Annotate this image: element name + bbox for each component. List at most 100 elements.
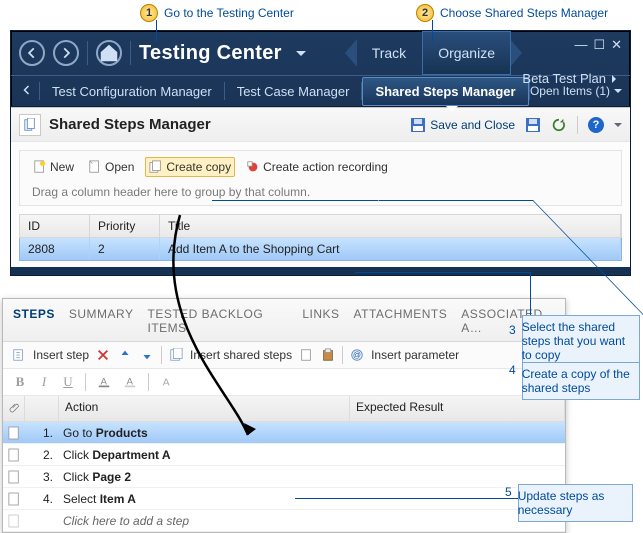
close-button[interactable]: ✕ — [611, 37, 622, 53]
create-copy-button[interactable]: Create copy — [145, 157, 235, 177]
fmt-sep1 — [85, 373, 86, 391]
insert-step-label[interactable]: Insert step — [33, 348, 89, 362]
open-items-dropdown[interactable]: Open Items (1) — [530, 84, 626, 98]
tab-track[interactable]: Track — [356, 31, 422, 75]
step-icon — [3, 514, 25, 528]
maximize-button[interactable]: ☐ — [593, 37, 605, 53]
leader-1 — [156, 20, 157, 42]
delete-step-button[interactable] — [95, 347, 111, 363]
subnav-test-config[interactable]: Test Configuration Manager — [40, 78, 224, 105]
new-icon — [33, 160, 47, 174]
svg-text:A: A — [163, 377, 170, 389]
callout-4: 4 Create a copy of the shared steps — [522, 362, 640, 400]
open-button[interactable]: Open — [85, 158, 137, 176]
step-row-1[interactable]: 1. Go to Products — [3, 422, 565, 444]
steps-toolbar: Insert step Insert shared steps @ Insert… — [3, 342, 565, 369]
clear-format-button[interactable]: A — [159, 374, 175, 390]
app-title[interactable]: Testing Center — [139, 42, 282, 65]
step-icon — [3, 492, 25, 506]
nav-back-button[interactable] — [19, 40, 45, 66]
step-action-2: Click Department A — [59, 448, 350, 462]
stoolbar-sep1 — [161, 346, 162, 364]
title-dropdown-icon[interactable] — [296, 51, 306, 61]
test-plan-label: Beta Test Plan — [522, 71, 606, 86]
step-row-4[interactable]: 4. Select Item A — [3, 488, 565, 510]
callout-2: 2 Choose Shared Steps Manager — [416, 4, 608, 22]
col-blank — [25, 396, 59, 421]
leader-2 — [432, 20, 433, 42]
save-and-close-button[interactable]: Save and Close — [410, 117, 515, 133]
save-button[interactable] — [525, 117, 541, 133]
stoolbar-sep2 — [342, 346, 343, 364]
underline-button[interactable]: U — [61, 374, 75, 390]
callout-2-text: Choose Shared Steps Manager — [440, 6, 608, 20]
create-action-recording-button[interactable]: Create action recording — [243, 158, 391, 176]
svg-text:@: @ — [353, 351, 361, 360]
group-hint: Drag a column header here to group by th… — [30, 181, 611, 199]
col-attach-icon — [3, 396, 25, 421]
help-button[interactable]: ? — [588, 117, 604, 133]
save-and-close-label: Save and Close — [430, 118, 515, 132]
shared-clipboard-button[interactable] — [320, 347, 336, 363]
chevron-right-icon — [612, 75, 620, 83]
steps-grid-header: Action Expected Result — [3, 396, 565, 422]
insert-param-icon[interactable]: @ — [349, 347, 365, 363]
step-num-2: 2. — [25, 448, 59, 462]
open-items-label: Open Items (1) — [530, 84, 610, 98]
step-row-2[interactable]: 2. Click Department A — [3, 444, 565, 466]
callout-1: 1 Go to the Testing Center — [140, 4, 294, 22]
new-label: New — [50, 160, 74, 174]
step-num-1: 1. — [25, 426, 59, 440]
copy-icon — [149, 160, 163, 174]
refresh-button[interactable] — [551, 117, 567, 133]
shared-steps-icon — [19, 114, 41, 136]
move-down-button[interactable] — [139, 347, 155, 363]
home-button[interactable] — [96, 40, 122, 66]
italic-button[interactable]: I — [37, 374, 51, 390]
move-up-button[interactable] — [117, 347, 133, 363]
callout-1-text: Go to the Testing Center — [164, 6, 294, 20]
step-icon — [3, 470, 25, 484]
step-row-3[interactable]: 3. Click Page 2 — [3, 466, 565, 488]
tab-tested[interactable]: TESTED BACKLOG ITEMS — [147, 307, 288, 335]
toolbar: New Open Create copy Create action recor… — [19, 150, 622, 206]
window-controls: — ☐ ✕ — [574, 37, 622, 53]
insert-step-icon[interactable] — [11, 347, 27, 363]
new-button[interactable]: New — [30, 158, 77, 176]
font-color-button[interactable]: A — [96, 374, 112, 390]
tab-steps[interactable]: STEPS — [13, 307, 55, 335]
help-chevron-down-icon[interactable] — [614, 123, 622, 131]
bold-button[interactable]: B — [13, 374, 27, 390]
tab-attachments[interactable]: ATTACHMENTS — [354, 307, 448, 335]
format-bar: B I U A A A — [3, 369, 565, 396]
subnav-test-case[interactable]: Test Case Manager — [225, 78, 362, 105]
col-action[interactable]: Action — [59, 396, 350, 421]
step-icon — [3, 426, 25, 440]
tab-organize[interactable]: Organize — [422, 31, 511, 75]
subnav-back-icon[interactable] — [15, 84, 39, 99]
callout-4-bubble: 4 — [509, 363, 516, 377]
open-icon — [88, 160, 102, 174]
create-action-label: Create action recording — [263, 160, 388, 174]
minimize-button[interactable]: — — [574, 37, 587, 53]
step-action-1: Go to Products — [59, 426, 350, 440]
tab-links[interactable]: LINKS — [302, 307, 339, 335]
insert-shared-label[interactable]: Insert shared steps — [190, 348, 292, 362]
record-icon — [246, 160, 260, 174]
leader-5h — [295, 498, 518, 499]
shared-page-button[interactable] — [298, 347, 314, 363]
col-id[interactable]: ID — [20, 215, 90, 237]
top-tabs: Track Organize — [345, 31, 522, 75]
highlight-button[interactable]: A — [122, 374, 138, 390]
step-row-add[interactable]: Click here to add a step — [3, 510, 565, 532]
subnav-shared-steps[interactable]: Shared Steps Manager — [362, 77, 528, 106]
insert-shared-icon[interactable] — [168, 347, 184, 363]
callout-4-text: Create a copy of the shared steps — [522, 367, 631, 395]
insert-param-label[interactable]: Insert parameter — [371, 348, 459, 362]
tab-summary[interactable]: SUMMARY — [69, 307, 134, 335]
test-plan-selector[interactable]: Beta Test Plan — [522, 71, 620, 86]
step-icon — [3, 448, 25, 462]
save-icon — [410, 117, 426, 133]
nav-forward-button[interactable] — [53, 40, 79, 66]
col-priority[interactable]: Priority — [90, 215, 160, 237]
